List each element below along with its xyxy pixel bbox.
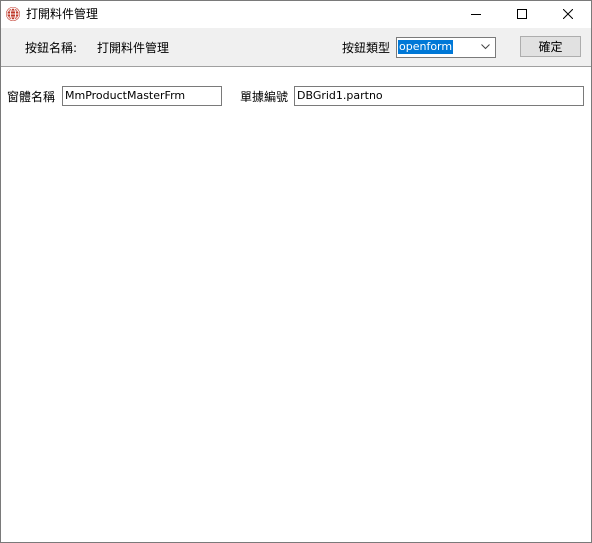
app-window: 打開料件管理 按鈕名稱: 打開料件管理 按鈕類型 openform 確定 窗體名… (0, 0, 592, 543)
minimize-icon (471, 14, 481, 15)
globe-app-icon (5, 6, 21, 22)
toolbar-panel: 按鈕名稱: 打開料件管理 按鈕類型 openform 確定 (1, 28, 591, 67)
maximize-button[interactable] (499, 1, 545, 27)
button-name-label: 按鈕名稱: (25, 41, 78, 55)
confirm-button[interactable]: 確定 (520, 36, 581, 57)
doc-number-label: 單據編號 (240, 90, 289, 104)
close-button[interactable] (545, 1, 591, 27)
button-type-label: 按鈕類型 (342, 41, 391, 55)
button-type-selected: openform (398, 40, 454, 54)
doc-number-field[interactable]: DBGrid1.partno (294, 86, 584, 106)
maximize-icon (517, 9, 527, 19)
button-name-value: 打開料件管理 (97, 41, 170, 55)
minimize-button[interactable] (453, 1, 499, 27)
button-type-select[interactable]: openform (396, 37, 496, 58)
window-title: 打開料件管理 (26, 7, 99, 21)
window-name-field[interactable]: MmProductMasterFrm (62, 86, 222, 106)
title-bar[interactable]: 打開料件管理 (1, 1, 591, 27)
window-name-label: 窗體名稱 (7, 90, 56, 104)
close-icon (563, 9, 573, 19)
form-area: 窗體名稱 MmProductMasterFrm 單據編號 DBGrid1.par… (1, 67, 591, 542)
chevron-down-icon (481, 44, 490, 50)
